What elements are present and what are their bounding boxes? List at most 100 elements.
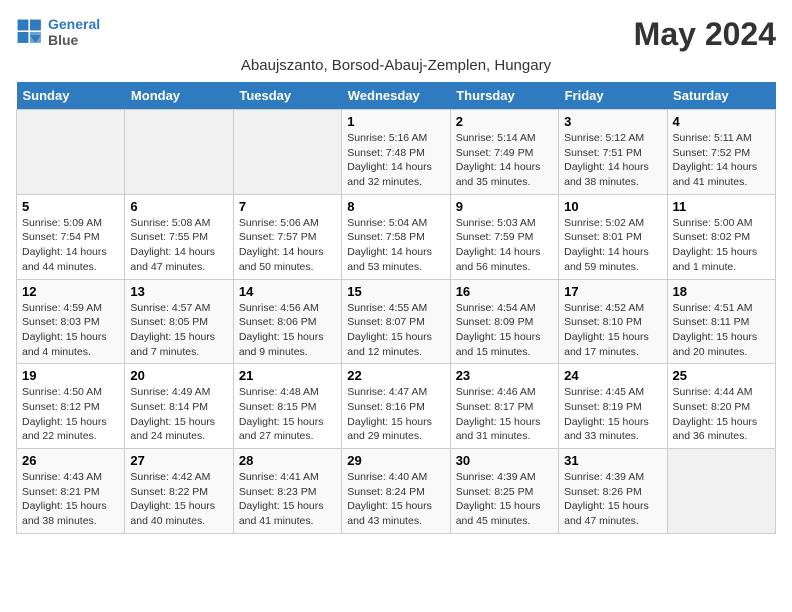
day-number: 1 bbox=[347, 114, 444, 129]
day-info: Sunrise: 4:59 AMSunset: 8:03 PMDaylight:… bbox=[22, 301, 119, 360]
day-number: 18 bbox=[673, 284, 770, 299]
day-number: 17 bbox=[564, 284, 661, 299]
calendar-cell: 12 Sunrise: 4:59 AMSunset: 8:03 PMDayligh… bbox=[17, 279, 125, 364]
day-number: 11 bbox=[673, 199, 770, 214]
calendar-cell: 3Sunrise: 5:12 AMSunset: 7:51 PMDaylight… bbox=[559, 110, 667, 195]
calendar-cell: 30 Sunrise: 4:39 AMSunset: 8:25 PMDayligh… bbox=[450, 449, 558, 534]
day-number: 29 bbox=[347, 453, 444, 468]
calendar-header-thursday: Thursday bbox=[450, 82, 558, 110]
day-number: 21 bbox=[239, 368, 336, 383]
day-info: Sunrise: 4:43 AMSunset: 8:21 PMDaylight:… bbox=[22, 470, 119, 529]
calendar-cell: 21 Sunrise: 4:48 AMSunset: 8:15 PMDayligh… bbox=[233, 364, 341, 449]
day-number: 4 bbox=[673, 114, 770, 129]
day-number: 14 bbox=[239, 284, 336, 299]
day-number: 26 bbox=[22, 453, 119, 468]
logo-icon bbox=[16, 18, 44, 46]
day-info: Sunrise: 4:56 AMSunset: 8:06 PMDaylight:… bbox=[239, 301, 336, 360]
day-info: Sunrise: 4:40 AMSunset: 8:24 PMDaylight:… bbox=[347, 470, 444, 529]
calendar-cell: 10Sunrise: 5:02 AMSunset: 8:01 PMDayligh… bbox=[559, 194, 667, 279]
day-info: Sunrise: 5:03 AMSunset: 7:59 PMDaylight:… bbox=[456, 216, 553, 275]
calendar-cell: 14 Sunrise: 4:56 AMSunset: 8:06 PMDayligh… bbox=[233, 279, 341, 364]
day-info: Sunrise: 4:50 AMSunset: 8:12 PMDaylight:… bbox=[22, 385, 119, 444]
day-number: 30 bbox=[456, 453, 553, 468]
day-info: Sunrise: 5:11 AMSunset: 7:52 PMDaylight:… bbox=[673, 131, 770, 190]
calendar-header-saturday: Saturday bbox=[667, 82, 775, 110]
calendar-week-5: 26 Sunrise: 4:43 AMSunset: 8:21 PMDayligh… bbox=[17, 449, 776, 534]
day-info: Sunrise: 4:57 AMSunset: 8:05 PMDaylight:… bbox=[130, 301, 227, 360]
day-number: 6 bbox=[130, 199, 227, 214]
day-info: Sunrise: 4:39 AMSunset: 8:26 PMDaylight:… bbox=[564, 470, 661, 529]
calendar-header-tuesday: Tuesday bbox=[233, 82, 341, 110]
logo-text: General Blue bbox=[48, 16, 100, 48]
calendar-header-friday: Friday bbox=[559, 82, 667, 110]
day-number: 31 bbox=[564, 453, 661, 468]
day-info: Sunrise: 4:51 AMSunset: 8:11 PMDaylight:… bbox=[673, 301, 770, 360]
calendar-cell: 18 Sunrise: 4:51 AMSunset: 8:11 PMDayligh… bbox=[667, 279, 775, 364]
logo: General Blue bbox=[16, 16, 100, 48]
day-number: 8 bbox=[347, 199, 444, 214]
calendar-cell bbox=[17, 110, 125, 195]
day-number: 16 bbox=[456, 284, 553, 299]
calendar-week-3: 12 Sunrise: 4:59 AMSunset: 8:03 PMDayligh… bbox=[17, 279, 776, 364]
calendar-cell: 6 Sunrise: 5:08 AMSunset: 7:55 PMDaylight… bbox=[125, 194, 233, 279]
day-info: Sunrise: 5:04 AMSunset: 7:58 PMDaylight:… bbox=[347, 216, 444, 275]
day-info: Sunrise: 4:48 AMSunset: 8:15 PMDaylight:… bbox=[239, 385, 336, 444]
day-number: 19 bbox=[22, 368, 119, 383]
day-number: 7 bbox=[239, 199, 336, 214]
day-info: Sunrise: 4:45 AMSunset: 8:19 PMDaylight:… bbox=[564, 385, 661, 444]
calendar-cell: 11 Sunrise: 5:00 AMSunset: 8:02 PMDayligh… bbox=[667, 194, 775, 279]
day-number: 25 bbox=[673, 368, 770, 383]
calendar-cell: 23Sunrise: 4:46 AMSunset: 8:17 PMDayligh… bbox=[450, 364, 558, 449]
day-info: Sunrise: 4:46 AMSunset: 8:17 PMDaylight:… bbox=[456, 385, 553, 444]
page-container: General Blue May 2024 Abaujszanto, Borso… bbox=[16, 16, 776, 534]
day-info: Sunrise: 5:14 AMSunset: 7:49 PMDaylight:… bbox=[456, 131, 553, 190]
calendar-cell: 17Sunrise: 4:52 AMSunset: 8:10 PMDayligh… bbox=[559, 279, 667, 364]
calendar-cell: 16 Sunrise: 4:54 AMSunset: 8:09 PMDayligh… bbox=[450, 279, 558, 364]
day-info: Sunrise: 5:08 AMSunset: 7:55 PMDaylight:… bbox=[130, 216, 227, 275]
day-info: Sunrise: 4:41 AMSunset: 8:23 PMDaylight:… bbox=[239, 470, 336, 529]
day-info: Sunrise: 5:00 AMSunset: 8:02 PMDaylight:… bbox=[673, 216, 770, 275]
day-number: 20 bbox=[130, 368, 227, 383]
calendar-cell: 31 Sunrise: 4:39 AMSunset: 8:26 PMDayligh… bbox=[559, 449, 667, 534]
calendar-week-4: 19 Sunrise: 4:50 AMSunset: 8:12 PMDayligh… bbox=[17, 364, 776, 449]
calendar-cell: 19 Sunrise: 4:50 AMSunset: 8:12 PMDayligh… bbox=[17, 364, 125, 449]
day-number: 22 bbox=[347, 368, 444, 383]
day-number: 9 bbox=[456, 199, 553, 214]
calendar-cell: 7 Sunrise: 5:06 AMSunset: 7:57 PMDaylight… bbox=[233, 194, 341, 279]
calendar-cell bbox=[233, 110, 341, 195]
calendar-cell: 1 Sunrise: 5:16 AMSunset: 7:48 PMDaylight… bbox=[342, 110, 450, 195]
day-number: 10 bbox=[564, 199, 661, 214]
calendar-cell: 15Sunrise: 4:55 AMSunset: 8:07 PMDayligh… bbox=[342, 279, 450, 364]
calendar-week-1: 1 Sunrise: 5:16 AMSunset: 7:48 PMDaylight… bbox=[17, 110, 776, 195]
calendar-cell: 2 Sunrise: 5:14 AMSunset: 7:49 PMDaylight… bbox=[450, 110, 558, 195]
calendar-cell: 13Sunrise: 4:57 AMSunset: 8:05 PMDayligh… bbox=[125, 279, 233, 364]
day-number: 3 bbox=[564, 114, 661, 129]
calendar-cell: 5 Sunrise: 5:09 AMSunset: 7:54 PMDaylight… bbox=[17, 194, 125, 279]
calendar-cell bbox=[125, 110, 233, 195]
day-info: Sunrise: 4:49 AMSunset: 8:14 PMDaylight:… bbox=[130, 385, 227, 444]
page-subtitle: Abaujszanto, Borsod-Abauj-Zemplen, Hunga… bbox=[16, 57, 776, 74]
calendar-cell: 9 Sunrise: 5:03 AMSunset: 7:59 PMDaylight… bbox=[450, 194, 558, 279]
day-number: 5 bbox=[22, 199, 119, 214]
day-info: Sunrise: 5:16 AMSunset: 7:48 PMDaylight:… bbox=[347, 131, 444, 190]
day-number: 24 bbox=[564, 368, 661, 383]
calendar-cell: 20 Sunrise: 4:49 AMSunset: 8:14 PMDayligh… bbox=[125, 364, 233, 449]
calendar-cell: 25 Sunrise: 4:44 AMSunset: 8:20 PMDayligh… bbox=[667, 364, 775, 449]
day-info: Sunrise: 4:42 AMSunset: 8:22 PMDaylight:… bbox=[130, 470, 227, 529]
calendar-cell: 26 Sunrise: 4:43 AMSunset: 8:21 PMDayligh… bbox=[17, 449, 125, 534]
day-info: Sunrise: 4:39 AMSunset: 8:25 PMDaylight:… bbox=[456, 470, 553, 529]
calendar-cell: 29 Sunrise: 4:40 AMSunset: 8:24 PMDayligh… bbox=[342, 449, 450, 534]
header: General Blue May 2024 bbox=[16, 16, 776, 53]
day-number: 2 bbox=[456, 114, 553, 129]
day-number: 27 bbox=[130, 453, 227, 468]
calendar-cell: 22Sunrise: 4:47 AMSunset: 8:16 PMDayligh… bbox=[342, 364, 450, 449]
day-info: Sunrise: 4:44 AMSunset: 8:20 PMDaylight:… bbox=[673, 385, 770, 444]
calendar-header-row: SundayMondayTuesdayWednesdayThursdayFrid… bbox=[17, 82, 776, 110]
page-title: May 2024 bbox=[634, 16, 776, 53]
day-info: Sunrise: 5:09 AMSunset: 7:54 PMDaylight:… bbox=[22, 216, 119, 275]
day-number: 12 bbox=[22, 284, 119, 299]
calendar-cell bbox=[667, 449, 775, 534]
day-info: Sunrise: 5:06 AMSunset: 7:57 PMDaylight:… bbox=[239, 216, 336, 275]
day-info: Sunrise: 4:54 AMSunset: 8:09 PMDaylight:… bbox=[456, 301, 553, 360]
day-number: 15 bbox=[347, 284, 444, 299]
